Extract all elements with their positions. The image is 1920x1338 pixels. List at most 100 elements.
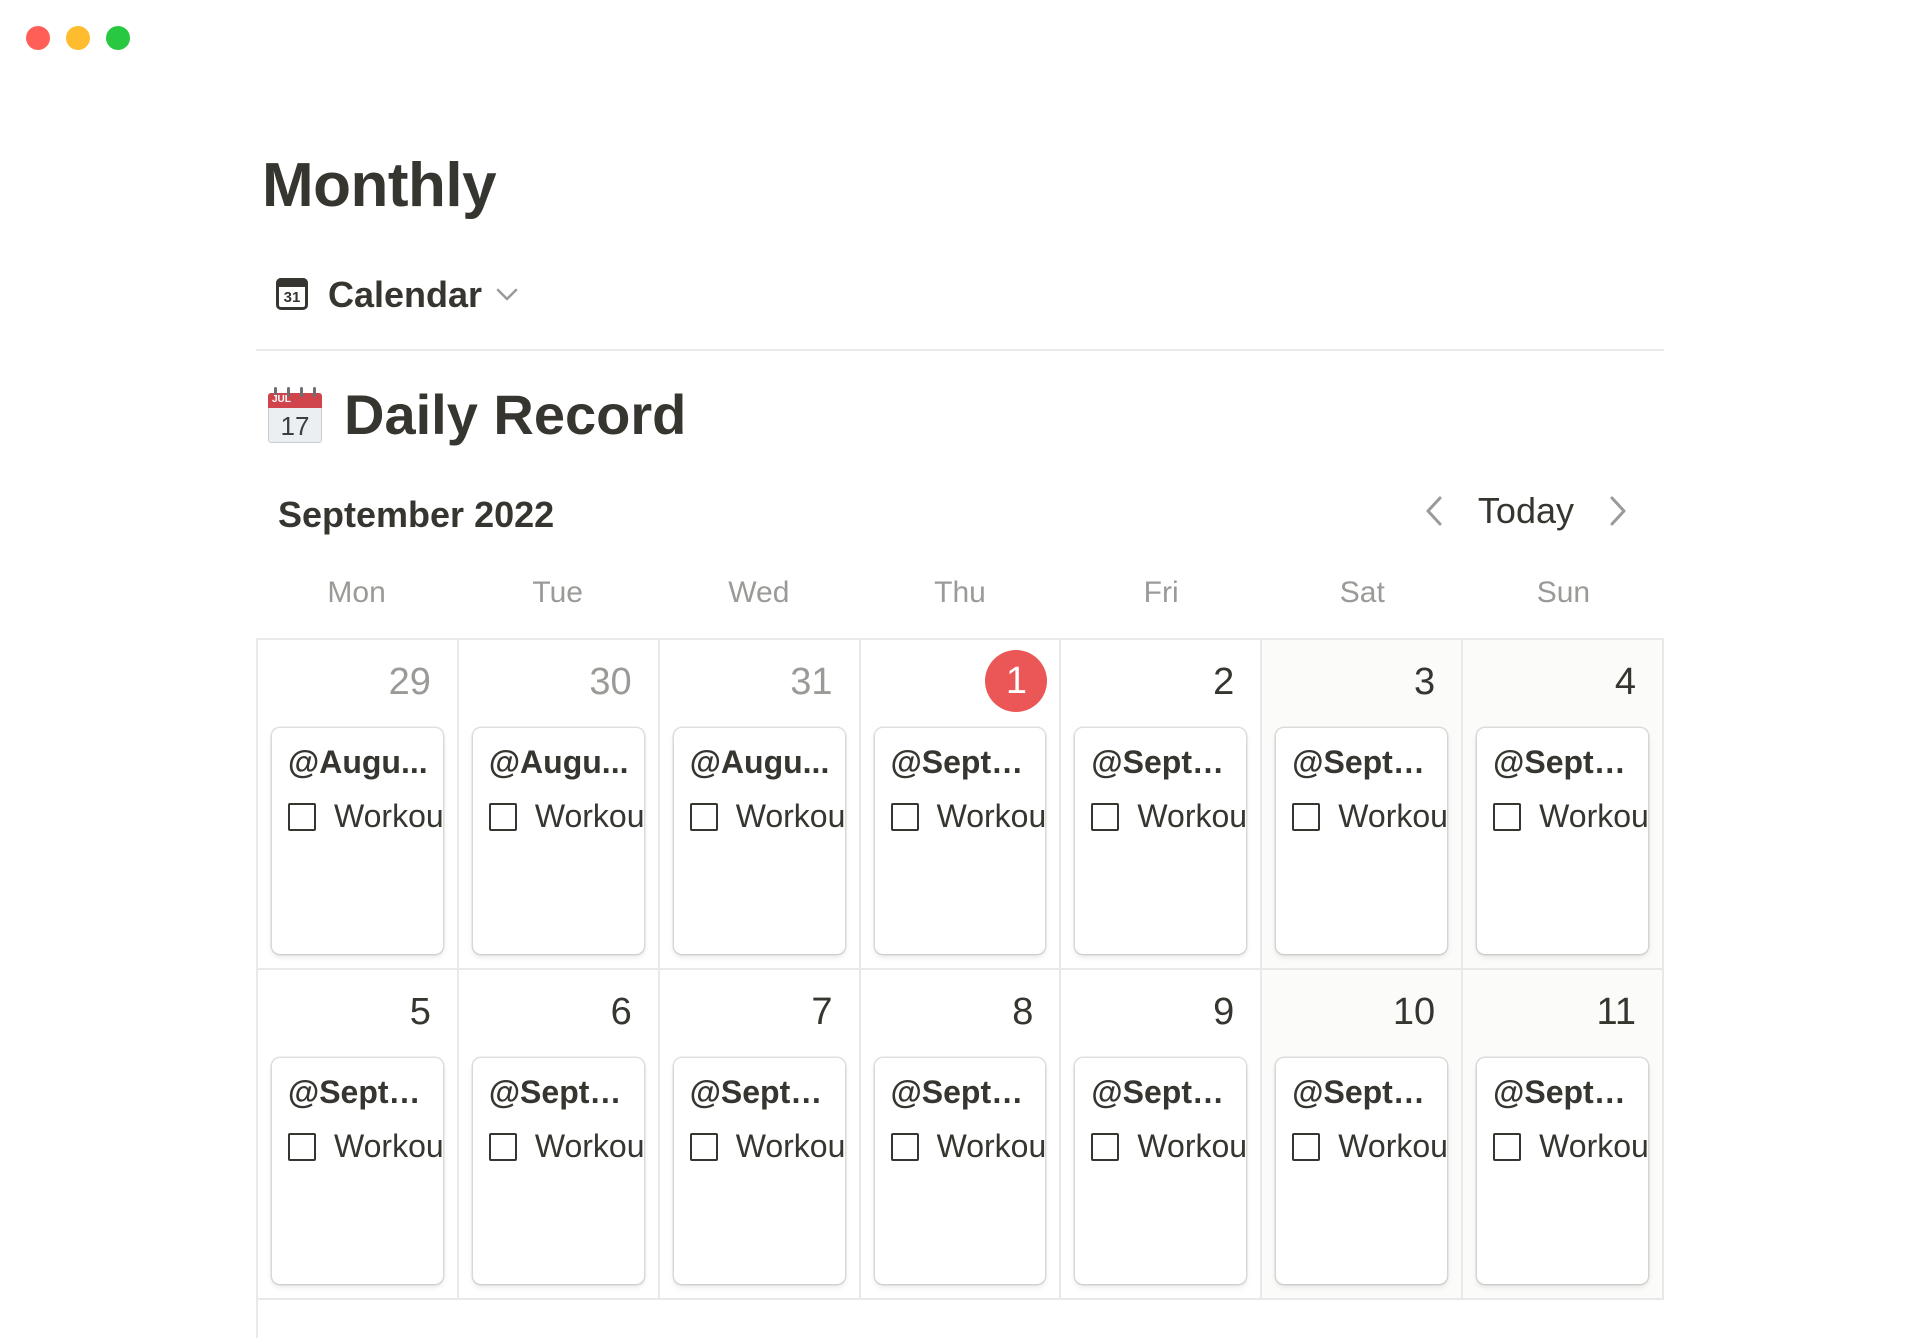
workout-checkbox[interactable] (288, 802, 316, 831)
calendar-day-cell[interactable]: 10 @Septe... Workou (1262, 970, 1464, 1300)
entry-card[interactable]: @Augu... Workou (272, 728, 443, 954)
calendar-day-cell[interactable]: 7 @Septe... Workou (659, 970, 861, 1300)
workout-label: Workou (1539, 798, 1648, 834)
workout-checkbox[interactable] (890, 802, 919, 831)
workout-label: Workou (534, 798, 644, 834)
entry-title: @Septe... (1091, 744, 1237, 780)
entry-title: @Septe... (1292, 1074, 1438, 1110)
entry-title: @Septe... (689, 1074, 835, 1110)
workout-property: Workou (1091, 798, 1246, 835)
calendar-day-cell[interactable]: 5 @Septe... Workou (258, 970, 459, 1300)
next-month-button[interactable] (1600, 488, 1636, 534)
workout-checkbox[interactable] (1292, 802, 1321, 831)
workout-property: Workou (488, 1128, 644, 1165)
workout-property: Workou (1493, 1128, 1648, 1165)
today-button[interactable]: Today (1478, 490, 1574, 532)
calendar-day-cell[interactable]: 30 @Augu... Workou (458, 640, 660, 970)
workout-checkbox[interactable] (1091, 802, 1120, 831)
workout-property: Workou (288, 1128, 443, 1165)
entry-card[interactable]: @Septe... Workou (1477, 728, 1648, 954)
workout-checkbox[interactable] (288, 1132, 316, 1161)
entry-card[interactable]: @Septe... Workou (1075, 728, 1247, 954)
entry-card[interactable]: @Septe... Workou (874, 1058, 1046, 1284)
entry-card[interactable]: @Septe... Workou (874, 728, 1046, 954)
calendar-navigation: Today (1416, 488, 1636, 534)
workout-checkbox[interactable] (689, 1132, 718, 1161)
workout-checkbox[interactable] (1493, 802, 1522, 831)
entry-card[interactable]: @Septe... Workou (1276, 1058, 1448, 1284)
calendar-day-cell[interactable]: 11 @Septe... Workou (1463, 970, 1664, 1300)
workout-label: Workou (936, 798, 1046, 834)
entry-card[interactable]: @Septe... Workou (673, 1058, 845, 1284)
workout-checkbox[interactable] (1091, 1132, 1120, 1161)
entry-card[interactable]: @Septe... Workou (272, 1058, 443, 1284)
entry-card[interactable]: @Augu... Workou (673, 728, 845, 954)
workout-checkbox[interactable] (689, 802, 718, 831)
entry-card[interactable]: @Septe... Workou (1276, 728, 1448, 954)
minimize-window-button[interactable] (66, 26, 90, 50)
workout-checkbox[interactable] (1292, 1132, 1321, 1161)
workout-label: Workou (334, 1128, 443, 1164)
workout-label: Workou (735, 798, 845, 834)
workout-label: Workou (1137, 1128, 1247, 1164)
database-header: JUL 17 Daily Record (268, 382, 686, 447)
workout-label: Workou (735, 1128, 845, 1164)
weekday-label: Sat (1339, 576, 1385, 609)
database-title[interactable]: Daily Record (344, 382, 686, 447)
workout-label: Workou (1539, 1128, 1648, 1164)
day-number: 10 (1392, 991, 1436, 1033)
day-number: 31 (790, 661, 833, 703)
tear-off-calendar-icon[interactable]: JUL 17 (268, 386, 322, 443)
calendar-day-cell[interactable]: 6 @Septe... Workou (458, 970, 660, 1300)
workout-checkbox[interactable] (890, 1132, 919, 1161)
day-number: 2 (1213, 661, 1235, 703)
weekday-label: Mon (327, 576, 386, 609)
calendar-grid: 29 @Augu... Workou 30 @Augu... Workou 31 @Augu.… (256, 638, 1664, 1338)
entry-title: @Augu... (288, 744, 428, 780)
entry-title: @Septe... (890, 744, 1036, 780)
calendar-day-cell[interactable]: 4 @Septe... Workou (1463, 640, 1664, 970)
day-number: 29 (388, 661, 431, 703)
entry-title: @Septe... (1493, 744, 1638, 780)
entry-title: @Augu... (689, 744, 830, 780)
workout-property: Workou (288, 798, 443, 835)
calendar-day-cell[interactable]: 9 @Septe... Workou (1061, 970, 1263, 1300)
zoom-window-button[interactable] (106, 26, 130, 50)
workout-label: Workou (1338, 1128, 1448, 1164)
calendar-day-cell[interactable]: 2 @Septe... Workou (1061, 640, 1263, 970)
weekday-label: Fri (1143, 576, 1179, 609)
calendar-day-cell[interactable]: 1 @Septe... Workou (860, 640, 1062, 970)
entry-card[interactable]: @Septe... Workou (1477, 1058, 1648, 1284)
entry-card[interactable]: @Septe... Workou (1075, 1058, 1247, 1284)
workout-property: Workou (1292, 1128, 1447, 1165)
weekday-label: Thu (934, 576, 986, 609)
workout-checkbox[interactable] (488, 802, 517, 831)
workout-label: Workou (936, 1128, 1046, 1164)
chevron-left-icon (1426, 496, 1442, 526)
day-number: 30 (589, 661, 632, 703)
view-switcher[interactable]: 31 Calendar (276, 274, 518, 316)
calendar-day-cell[interactable]: 31 @Augu... Workou (659, 640, 861, 970)
entry-title: @Septe... (1292, 744, 1438, 780)
previous-month-button[interactable] (1416, 488, 1452, 534)
close-window-button[interactable] (26, 26, 50, 50)
month-label: September 2022 (278, 494, 555, 535)
calendar-day-cell[interactable]: 29 @Augu... Workou (258, 640, 459, 970)
calendar-day-cell[interactable]: 3 @Septe... Workou (1262, 640, 1464, 970)
entry-card[interactable]: @Augu... Workou (472, 728, 644, 954)
entry-title: @Septe... (1091, 1074, 1237, 1110)
workout-label: Workou (334, 798, 443, 834)
entry-card[interactable]: @Septe... Workou (472, 1058, 644, 1284)
workout-label: Workou (1338, 798, 1448, 834)
workout-checkbox[interactable] (488, 1132, 517, 1161)
day-number: 4 (1614, 661, 1636, 703)
window-controls (26, 26, 130, 50)
workout-checkbox[interactable] (1493, 1132, 1522, 1161)
view-label: Calendar (328, 274, 483, 315)
view-divider (256, 349, 1664, 351)
calendar-day-cell[interactable]: 8 @Septe... Workou (860, 970, 1062, 1300)
weekday-label: Sun (1536, 576, 1591, 609)
day-number: 5 (409, 991, 431, 1033)
workout-property: Workou (890, 798, 1046, 835)
page-title[interactable]: Monthly (262, 150, 497, 221)
